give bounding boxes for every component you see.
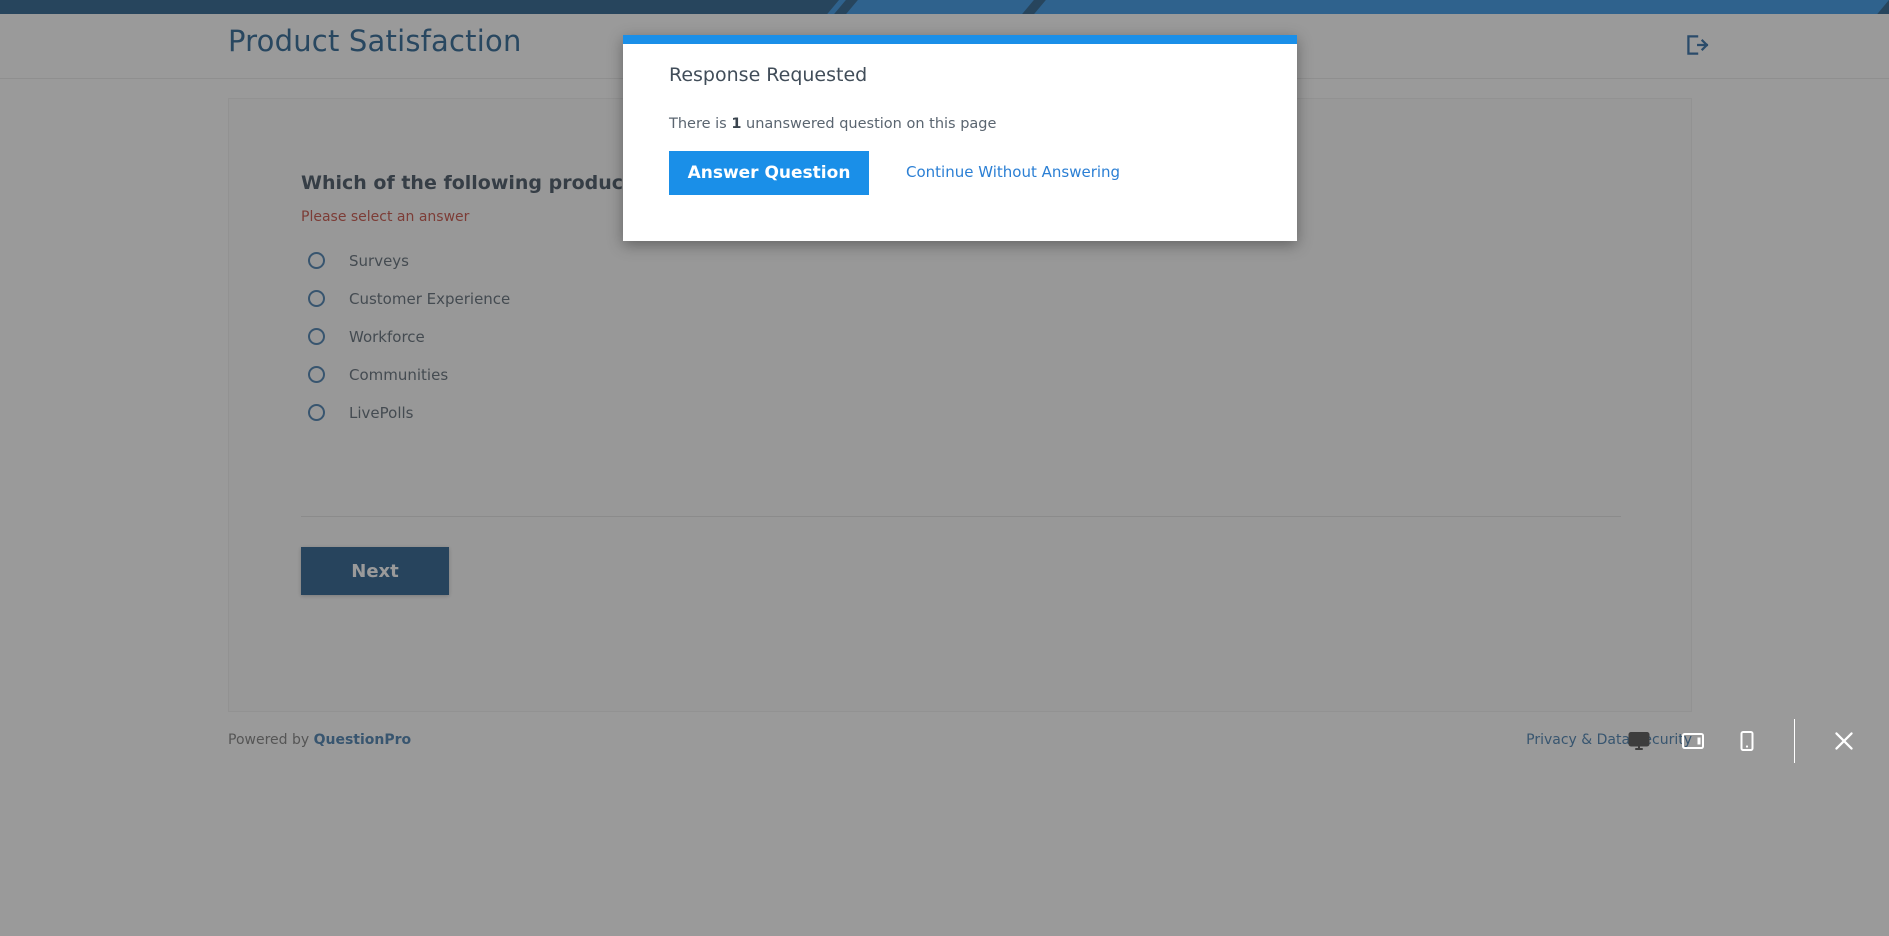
unanswered-count: 1: [731, 116, 742, 132]
desktop-icon[interactable]: [1626, 728, 1652, 754]
mobile-icon[interactable]: [1734, 728, 1760, 754]
modal-message-after: unanswered question on this page: [741, 116, 997, 132]
device-preview-toolbar: [1626, 716, 1859, 766]
toolbar-divider: [1794, 719, 1795, 763]
modal-message-before: There is: [669, 116, 732, 132]
modal-accent-bar: [623, 35, 1297, 44]
tablet-icon[interactable]: [1680, 728, 1706, 754]
continue-without-answering-link[interactable]: Continue Without Answering: [906, 163, 1120, 181]
response-requested-modal: Response Requested There is 1 unanswered…: [623, 35, 1297, 241]
close-icon[interactable]: [1829, 726, 1859, 756]
answer-question-button[interactable]: Answer Question: [669, 151, 869, 195]
modal-title: Response Requested: [669, 64, 868, 86]
modal-message: There is 1 unanswered question on this p…: [669, 116, 996, 132]
